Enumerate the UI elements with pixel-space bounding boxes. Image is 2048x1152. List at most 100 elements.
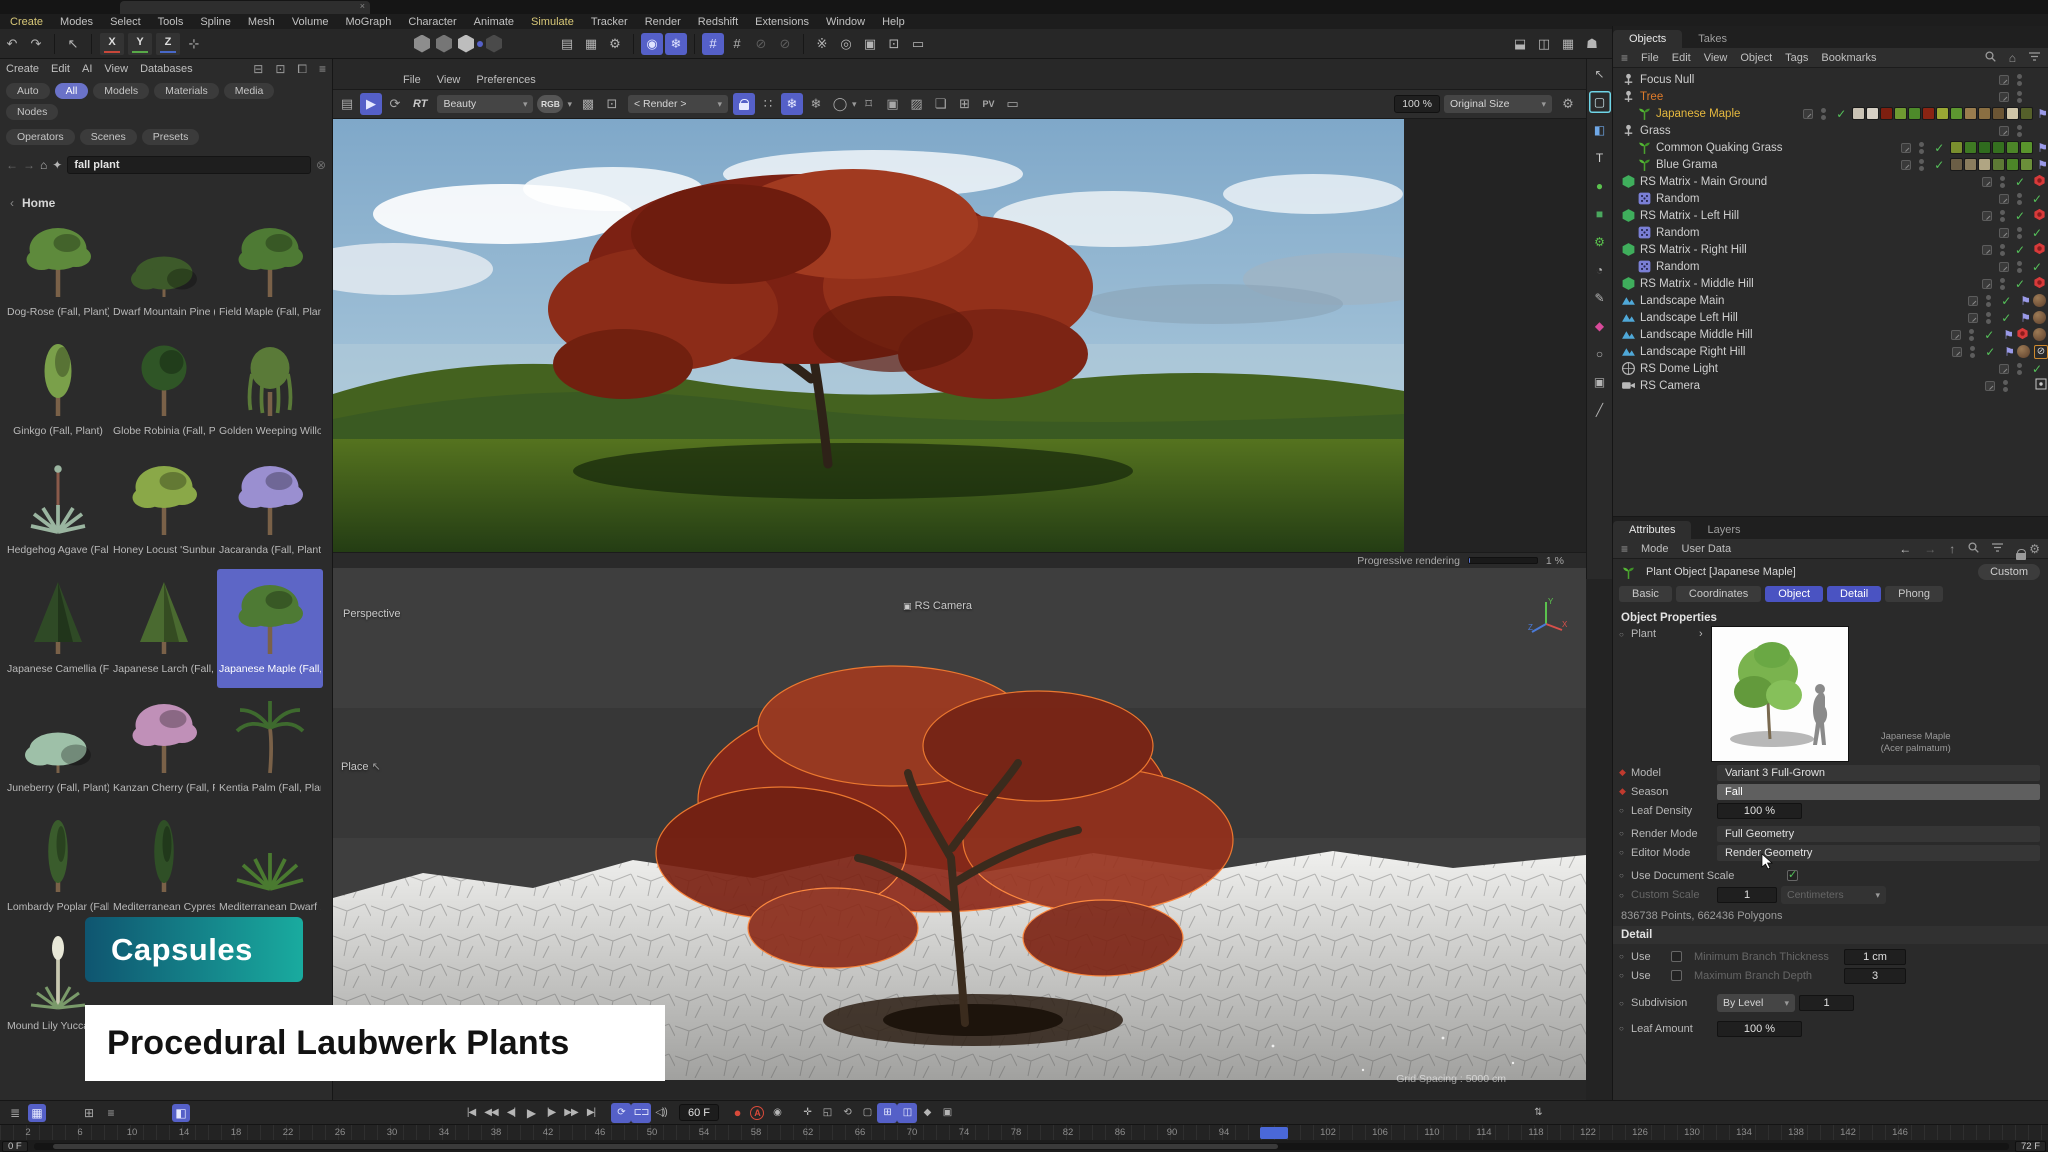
flag-tag-icon[interactable]: ⚑	[2004, 345, 2015, 359]
visibility-dots-icon[interactable]	[2000, 176, 2005, 188]
asset-japanese-maple-fall[interactable]: Japanese Maple (Fall, ...	[217, 569, 323, 688]
filter-operators[interactable]: Operators	[6, 129, 75, 145]
param-dot-icon[interactable]: ○	[1619, 952, 1631, 961]
filter-media[interactable]: Media	[224, 83, 275, 99]
object-row-random[interactable]: Random✓	[1613, 190, 2048, 207]
lock-icon[interactable]	[733, 93, 755, 115]
snapshot-snowflake-icon[interactable]: ❄	[781, 93, 803, 115]
enabled-check-icon[interactable]: ✓	[1984, 328, 2000, 342]
parameter-toggle-icon[interactable]: ▢	[857, 1103, 877, 1123]
user-icon[interactable]: ☗	[1581, 33, 1603, 55]
asset-kanzan-cherry-fall-pl[interactable]: Kanzan Cherry (Fall, Pl...	[111, 688, 217, 807]
simulate-cache-icon[interactable]: ❄	[665, 33, 687, 55]
previous-key-icon[interactable]: ◀◀	[481, 1103, 501, 1123]
tab-layers[interactable]: Layers	[1691, 521, 1756, 539]
edit-toggle-icon[interactable]	[1803, 109, 1813, 119]
forward-icon[interactable]: →	[23, 158, 35, 172]
param-dot-icon[interactable]: ○	[1619, 1024, 1631, 1033]
ab-menu-edit[interactable]: Edit	[51, 63, 70, 75]
gear-icon[interactable]: ⚙	[2029, 542, 2040, 556]
param-dot-icon[interactable]: ○	[1619, 630, 1631, 639]
camera-key-icon[interactable]: ▣	[937, 1103, 957, 1123]
range-track[interactable]	[34, 1143, 2009, 1150]
search-icon[interactable]	[1985, 51, 1996, 65]
render-mode-dropdown[interactable]: Full Geometry	[1717, 826, 2040, 842]
flag-tag-icon[interactable]: ⚑	[2020, 294, 2031, 308]
sound-icon[interactable]: ◁))	[651, 1103, 671, 1123]
asset-lombardy-poplar-fall[interactable]: Lombardy Poplar (Fall...	[5, 807, 111, 926]
asset-hedgehog-agave-fall[interactable]: Hedgehog Agave (Fall...	[5, 450, 111, 569]
asset-japanese-larch-fall[interactable]: Japanese Larch (Fall, ...	[111, 569, 217, 688]
asset-ginkgo-fall-plant[interactable]: Ginkgo (Fall, Plant)	[5, 331, 111, 450]
next-key-icon[interactable]: ▶▶	[561, 1103, 581, 1123]
edit-toggle-icon[interactable]	[1999, 262, 2009, 272]
copy-document-icon[interactable]: ▭	[1002, 93, 1024, 115]
add-image-icon[interactable]: ⊞	[954, 93, 976, 115]
material-swatch[interactable]	[1992, 158, 2005, 171]
material-swatch[interactable]	[1852, 107, 1865, 120]
picture-viewer-icon[interactable]: ▣	[859, 33, 881, 55]
asset-dwarf-mountain-pine[interactable]: Dwarf Mountain Pine (...	[111, 212, 217, 331]
filter-auto[interactable]: Auto	[6, 83, 50, 99]
simulate-scene-icon[interactable]: ◉	[641, 33, 663, 55]
live-selection-icon[interactable]: ↖	[62, 33, 84, 55]
object-row-landscape-left-hill[interactable]: Landscape Left Hill✓⚑	[1613, 309, 2048, 326]
visibility-dots-icon[interactable]	[1970, 346, 1975, 358]
material-swatch[interactable]	[2020, 107, 2033, 120]
render-settings-icon[interactable]: ⚙	[604, 33, 626, 55]
visibility-dots-icon[interactable]	[1919, 142, 1924, 154]
menu-tools[interactable]: Tools	[158, 16, 184, 28]
edit-toggle-icon[interactable]	[1952, 347, 1962, 357]
render-region-icon[interactable]: ▦	[580, 33, 602, 55]
object-row-rs-matrix-right-hill[interactable]: RS Matrix - Right Hill✓	[1613, 241, 2048, 258]
stack-icon[interactable]: ▭	[907, 33, 929, 55]
frame-ruler[interactable]: 2610141822263034384246505458626670747882…	[0, 1124, 2048, 1140]
visibility-dots-icon[interactable]	[2017, 74, 2022, 86]
edit-toggle-icon[interactable]	[1982, 279, 1992, 289]
menu-window[interactable]: Window	[826, 16, 865, 28]
layout-dual-icon[interactable]: ◫	[1533, 33, 1555, 55]
channel-rgb-icon[interactable]: RGB	[537, 95, 563, 113]
compare-caret-icon[interactable]: ▾	[852, 99, 857, 110]
param-dot-icon[interactable]: ○	[1619, 971, 1631, 980]
home-icon[interactable]: ⌂	[40, 158, 47, 172]
db-icon[interactable]: ⊟	[253, 62, 263, 76]
material-tag-icon[interactable]	[2033, 294, 2046, 307]
play-render-icon[interactable]: ▶	[360, 93, 382, 115]
film-icon[interactable]: ▤	[336, 93, 358, 115]
sphere-tool-icon[interactable]: ●	[1589, 175, 1611, 197]
enabled-check-icon[interactable]: ✓	[2015, 243, 2031, 257]
subdivision-field[interactable]: 1	[1799, 995, 1854, 1011]
menu-modes[interactable]: Modes	[60, 16, 93, 28]
edit-toggle-icon[interactable]	[1985, 381, 1995, 391]
capsule-dot-icon[interactable]	[414, 35, 430, 53]
timeline-mode-icon[interactable]: ⊞	[877, 1103, 897, 1123]
popout-icon[interactable]: ⧠	[297, 62, 307, 77]
interactive-render-icon[interactable]: ⊡	[883, 33, 905, 55]
focus-brackets-icon[interactable]: ⌑	[858, 93, 880, 115]
use-document-scale-checkbox[interactable]	[1787, 870, 1798, 881]
quantize-icon[interactable]: #	[726, 33, 748, 55]
expand-timeline-icon[interactable]: ⇅	[1528, 1103, 1548, 1123]
menu-render[interactable]: Render	[645, 16, 681, 28]
rt-label[interactable]: RT	[413, 98, 427, 110]
redshift-tag-icon[interactable]	[2031, 242, 2048, 258]
keyframe-selection-icon[interactable]: ◉	[767, 1103, 787, 1123]
custom-button[interactable]: Custom	[1978, 564, 2040, 580]
quarter-tool-icon[interactable]: ◔	[1589, 259, 1611, 281]
search-input[interactable]	[67, 156, 311, 174]
capsule-selected-icon[interactable]	[477, 41, 483, 47]
capsule-circle-icon[interactable]	[436, 35, 452, 53]
object-row-common-quaking-grass[interactable]: Common Quaking Grass✓⚑	[1613, 139, 2048, 156]
position-toggle-icon[interactable]: ✛	[797, 1103, 817, 1123]
attr-tab-object[interactable]: Object	[1765, 586, 1823, 602]
burger-icon[interactable]: ≡	[1621, 51, 1628, 65]
object-row-landscape-right-hill[interactable]: Landscape Right Hill✓⚑⊘	[1613, 343, 2048, 360]
redshift-tag-icon[interactable]	[2031, 174, 2048, 190]
obj-menu-bookmarks[interactable]: Bookmarks	[1821, 52, 1876, 64]
asset-honey-locust-sunbur[interactable]: Honey Locust 'Sunbur...	[111, 450, 217, 569]
back-icon[interactable]: ←	[1899, 542, 1911, 556]
filter-models[interactable]: Models	[93, 83, 149, 99]
menu-volume[interactable]: Volume	[292, 16, 329, 28]
render-selector-dropdown[interactable]: < Render >▾	[628, 95, 728, 113]
